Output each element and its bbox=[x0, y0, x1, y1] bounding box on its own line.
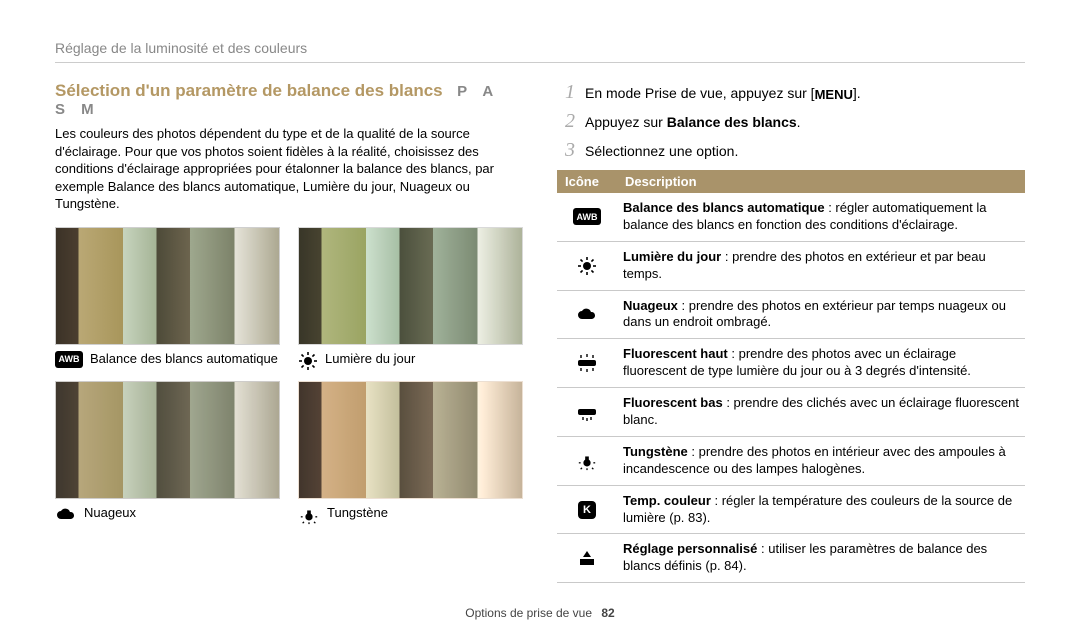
caption-awb: Balance des blancs automatique bbox=[90, 351, 280, 368]
step-num: 2 bbox=[557, 110, 575, 133]
fluorescent-high-icon bbox=[576, 354, 598, 372]
row-text: Lumière du jour : prendre des photos en … bbox=[617, 247, 1025, 285]
table-row: Tungstène : prendre des photos en intéri… bbox=[557, 437, 1025, 486]
row-text: Temp. couleur : régler la température de… bbox=[617, 491, 1025, 529]
step-num: 1 bbox=[557, 81, 575, 104]
table-row: Fluorescent bas : prendre des clichés av… bbox=[557, 388, 1025, 437]
k-icon: K bbox=[578, 501, 596, 519]
thumb-daylight bbox=[298, 227, 523, 345]
step-text: Sélectionnez une option. bbox=[585, 142, 738, 161]
caption-cloudy: Nuageux bbox=[84, 505, 280, 522]
table-row: AWB Balance des blancs automatique : rég… bbox=[557, 193, 1025, 242]
custom-icon bbox=[577, 548, 597, 568]
caption-tungsten: Tungstène bbox=[327, 505, 523, 522]
step-text: Appuyez sur Balance des blancs. bbox=[585, 113, 801, 132]
thumb-cloudy bbox=[55, 381, 280, 499]
tung-icon bbox=[298, 505, 320, 525]
header-desc: Description bbox=[617, 170, 1025, 193]
row-text: Fluorescent haut : prendre des photos av… bbox=[617, 344, 1025, 382]
table-row: Fluorescent haut : prendre des photos av… bbox=[557, 339, 1025, 388]
tung-icon bbox=[576, 451, 598, 471]
step-text: En mode Prise de vue, appuyez sur [MENU]… bbox=[585, 84, 861, 103]
awb-icon: AWB bbox=[55, 351, 83, 368]
caption-daylight: Lumière du jour bbox=[325, 351, 523, 368]
cloud-icon bbox=[576, 305, 598, 323]
table-row: Nuageux : prendre des photos en extérieu… bbox=[557, 291, 1025, 340]
step-num: 3 bbox=[557, 139, 575, 162]
sun-icon bbox=[577, 256, 597, 276]
example-grid: AWB Balance des blancs automatique Lumiè… bbox=[55, 227, 523, 525]
example-tungsten: Tungstène bbox=[298, 381, 523, 525]
row-text: Fluorescent bas : prendre des clichés av… bbox=[617, 393, 1025, 431]
row-text: Balance des blancs automatique : régler … bbox=[617, 198, 1025, 236]
cloud-icon bbox=[55, 505, 77, 523]
section-title: Sélection d'un paramètre de balance des … bbox=[55, 81, 443, 100]
row-text: Tungstène : prendre des photos en intéri… bbox=[617, 442, 1025, 480]
thumb-awb bbox=[55, 227, 280, 345]
menu-button-icon: MENU bbox=[815, 86, 853, 104]
row-text: Réglage personnalisé : utiliser les para… bbox=[617, 539, 1025, 577]
step-3: 3 Sélectionnez une option. bbox=[557, 139, 1025, 162]
example-awb: AWB Balance des blancs automatique bbox=[55, 227, 280, 371]
intro-text: Les couleurs des photos dépendent du typ… bbox=[55, 125, 523, 213]
example-cloudy: Nuageux bbox=[55, 381, 280, 525]
sun-icon bbox=[298, 351, 318, 371]
table-row: Lumière du jour : prendre des photos en … bbox=[557, 242, 1025, 291]
step-list: 1 En mode Prise de vue, appuyez sur [MEN… bbox=[557, 81, 1025, 162]
row-text: Nuageux : prendre des photos en extérieu… bbox=[617, 296, 1025, 334]
example-daylight: Lumière du jour bbox=[298, 227, 523, 371]
thumb-tungsten bbox=[298, 381, 523, 499]
page-number: 82 bbox=[601, 606, 614, 620]
fluorescent-low-icon bbox=[576, 403, 598, 421]
table-header: Icône Description bbox=[557, 170, 1025, 193]
step-1: 1 En mode Prise de vue, appuyez sur [MEN… bbox=[557, 81, 1025, 104]
step-2: 2 Appuyez sur Balance des blancs. bbox=[557, 110, 1025, 133]
table-row: K Temp. couleur : régler la température … bbox=[557, 486, 1025, 535]
footer: Options de prise de vue 82 bbox=[0, 606, 1080, 620]
header-icon: Icône bbox=[557, 170, 617, 193]
breadcrumb: Réglage de la luminosité et des couleurs bbox=[55, 40, 1025, 63]
table-row: Réglage personnalisé : utiliser les para… bbox=[557, 534, 1025, 583]
awb-icon: AWB bbox=[573, 208, 601, 225]
footer-section: Options de prise de vue bbox=[465, 606, 592, 620]
wb-table: Icône Description AWB Balance des blancs… bbox=[557, 170, 1025, 583]
